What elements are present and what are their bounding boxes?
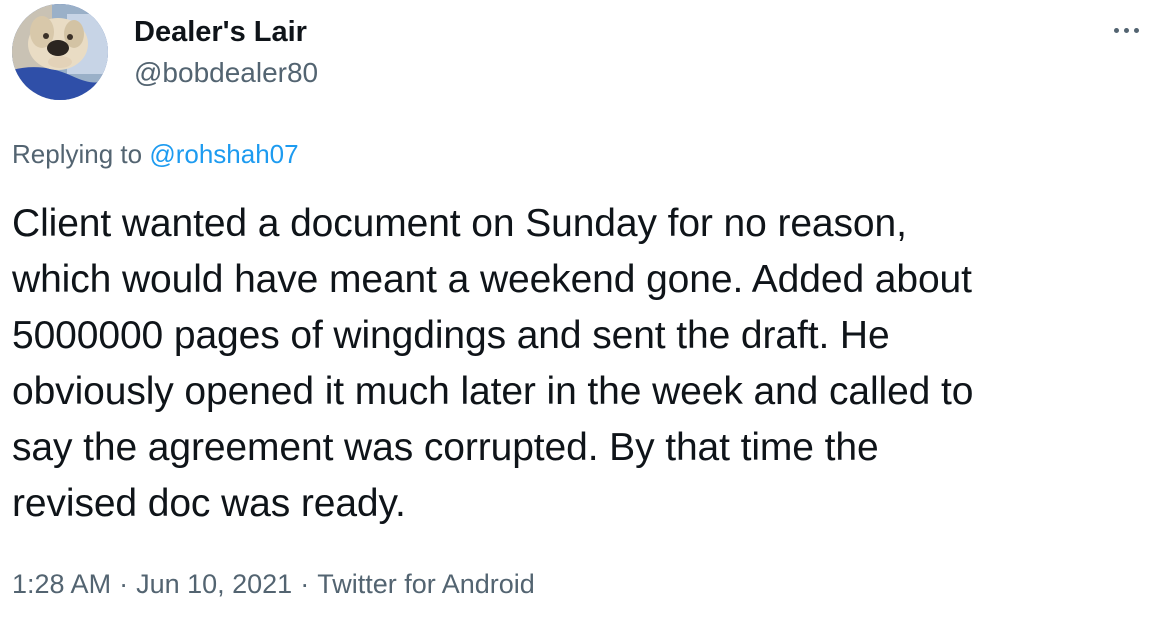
- tweet-card: Dealer's Lair @bobdealer80 Replying to @…: [0, 0, 1170, 634]
- more-horizontal-icon-dot: [1123, 27, 1129, 33]
- tweet-text-line: Client wanted a document on Sunday for n…: [12, 202, 907, 245]
- tweet-text: Client wanted a document on Sunday for n…: [12, 196, 1142, 532]
- tweet-text-line: obviously opened it much later in the we…: [12, 370, 974, 413]
- tweet-text-line: say the agreement was corrupted. By that…: [12, 426, 879, 469]
- author-avatar[interactable]: [12, 4, 108, 100]
- tweet-date[interactable]: Jun 10, 2021: [136, 569, 292, 599]
- meta-separator: ·: [119, 569, 129, 599]
- replying-to-label: Replying to: [12, 139, 143, 169]
- tweet-source-link[interactable]: Twitter for Android: [317, 569, 535, 599]
- replying-to-line: Replying to @rohshah07: [12, 137, 299, 171]
- more-options-button[interactable]: [1104, 18, 1148, 42]
- tweet-text-line: revised doc was ready.: [12, 482, 406, 525]
- meta-separator: ·: [300, 569, 310, 599]
- tweet-text-line: which would have meant a weekend gone. A…: [12, 258, 972, 301]
- tweet-meta: 1:28 AM · Jun 10, 2021 · Twitter for Android: [12, 566, 535, 602]
- author-display-name[interactable]: Dealer's Lair: [134, 14, 307, 50]
- author-handle[interactable]: @bobdealer80: [134, 55, 318, 91]
- more-horizontal-icon-dot: [1133, 27, 1139, 33]
- dog-photo-avatar-icon: [12, 4, 108, 100]
- reply-mention-link[interactable]: @rohshah07: [149, 139, 298, 169]
- tweet-text-line: 5000000 pages of wingdings and sent the …: [12, 314, 890, 357]
- tweet-time[interactable]: 1:28 AM: [12, 569, 111, 599]
- more-horizontal-icon: [1113, 27, 1119, 33]
